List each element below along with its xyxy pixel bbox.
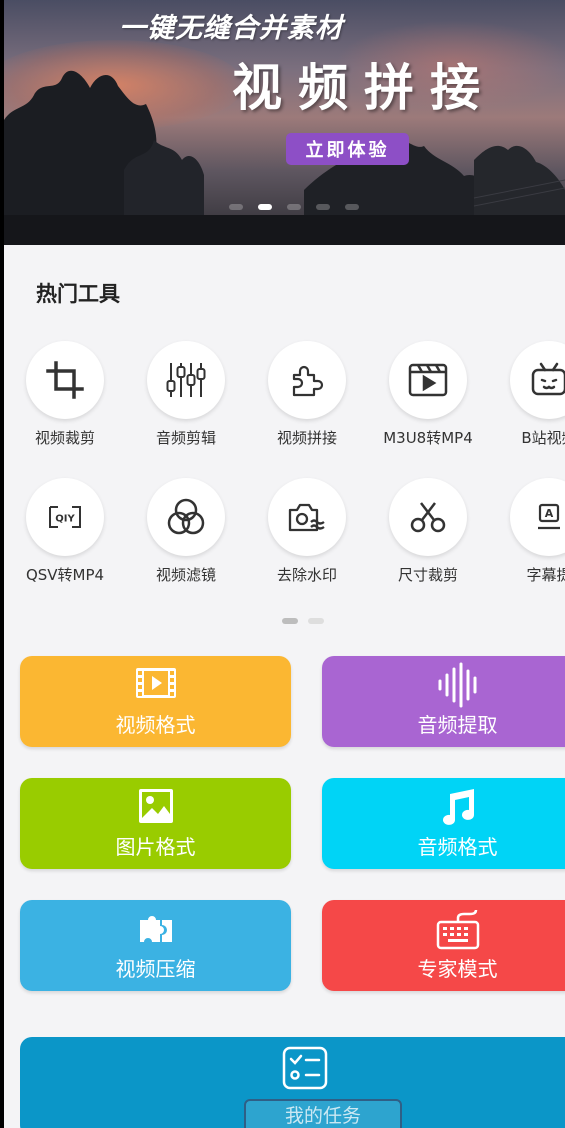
app-root: 一键无缝合并素材 视频拼接 立即体验 热门工具 视频裁剪 音频剪辑 视频拼接 M… — [4, 0, 565, 1128]
try-now-button[interactable]: 立即体验 — [286, 133, 409, 165]
task-list-icon — [282, 1046, 328, 1090]
my-tasks-card[interactable]: 我的任务 — [20, 1037, 565, 1128]
image-format-card[interactable]: 图片格式 — [20, 778, 291, 869]
tool-size-crop[interactable]: 尺寸裁剪 — [367, 478, 477, 588]
waveform-icon — [438, 662, 476, 708]
tool-video-filter[interactable]: 视频滤镜 — [125, 478, 235, 588]
tool-label: 视频拼接 — [276, 429, 337, 447]
tool-label: 尺寸裁剪 — [397, 566, 458, 584]
tools-page-dot[interactable] — [308, 618, 324, 624]
tool-label: 音频剪辑 — [155, 429, 216, 447]
banner-dot[interactable] — [316, 204, 330, 210]
scissors-icon — [410, 502, 446, 533]
banner-title: 视频拼接 — [232, 59, 496, 117]
puzzle-icon — [292, 365, 324, 397]
bilibili-tv-icon — [531, 362, 565, 396]
tool-remove-watermark[interactable]: 去除水印 — [246, 478, 356, 588]
promo-banner[interactable]: 一键无缝合并素材 视频拼接 立即体验 — [4, 0, 565, 245]
my-tasks-label: 我的任务 — [244, 1099, 402, 1128]
card-label: 音频格式 — [417, 837, 498, 859]
filter-circles-icon — [167, 498, 205, 535]
tools-page-dot-active[interactable] — [282, 618, 298, 624]
clapperboard-play-icon — [408, 363, 448, 397]
keyboard-icon — [436, 909, 479, 950]
subtitle-a-icon: A — [538, 503, 560, 530]
tool-m3u8-to-mp4[interactable]: M3U8转MP4 — [367, 341, 477, 451]
banner-subtitle: 一键无缝合并素材 — [119, 13, 343, 44]
tool-video-merge[interactable]: 视频拼接 — [246, 341, 356, 451]
tool-label: 视频滤镜 — [155, 566, 216, 584]
sliders-icon — [166, 363, 206, 397]
card-label: 图片格式 — [115, 837, 196, 859]
tool-video-crop[interactable]: 视频裁剪 — [4, 341, 114, 451]
card-label: 视频压缩 — [115, 959, 196, 981]
expert-mode-card[interactable]: 专家模式 — [322, 900, 565, 991]
tool-label: 字幕提 — [526, 566, 565, 584]
card-label: 专家模式 — [417, 959, 498, 981]
film-strip-icon — [135, 668, 176, 698]
tool-subtitle-extract[interactable]: A 字幕提 — [488, 478, 565, 588]
tool-bilibili-video[interactable]: B站视频 — [488, 341, 565, 451]
puzzle-compress-icon — [139, 916, 172, 942]
tool-label: M3U8转MP4 — [383, 429, 473, 447]
tool-qsv-to-mp4[interactable]: QIY QSV转MP4 — [4, 478, 114, 588]
banner-dot[interactable] — [229, 204, 243, 210]
audio-extract-card[interactable]: 音频提取 — [322, 656, 565, 747]
card-label: 视频格式 — [115, 715, 196, 737]
tool-label: 视频裁剪 — [34, 429, 95, 447]
hot-tools-title: 热门工具 — [36, 282, 120, 306]
video-compress-card[interactable]: 视频压缩 — [20, 900, 291, 991]
camera-wave-icon — [288, 503, 325, 532]
tool-label: QSV转MP4 — [25, 566, 105, 584]
tool-label: B站视频 — [521, 429, 565, 447]
svg-text:QIY: QIY — [55, 514, 75, 525]
banner-dot[interactable] — [287, 204, 301, 210]
audio-format-card[interactable]: 音频格式 — [322, 778, 565, 869]
video-format-card[interactable]: 视频格式 — [20, 656, 291, 747]
banner-dot[interactable] — [345, 204, 359, 210]
card-label: 音频提取 — [417, 715, 498, 737]
tool-audio-edit[interactable]: 音频剪辑 — [125, 341, 235, 451]
crop-icon — [46, 361, 84, 399]
music-note-icon — [442, 789, 474, 825]
image-icon — [138, 789, 173, 823]
banner-pagination — [229, 204, 359, 210]
banner-dot-active[interactable] — [258, 204, 272, 210]
tool-label: 去除水印 — [276, 566, 337, 584]
tools-pagination — [282, 618, 324, 624]
iqiyi-icon: QIY — [49, 506, 81, 528]
svg-text:A: A — [545, 507, 554, 520]
